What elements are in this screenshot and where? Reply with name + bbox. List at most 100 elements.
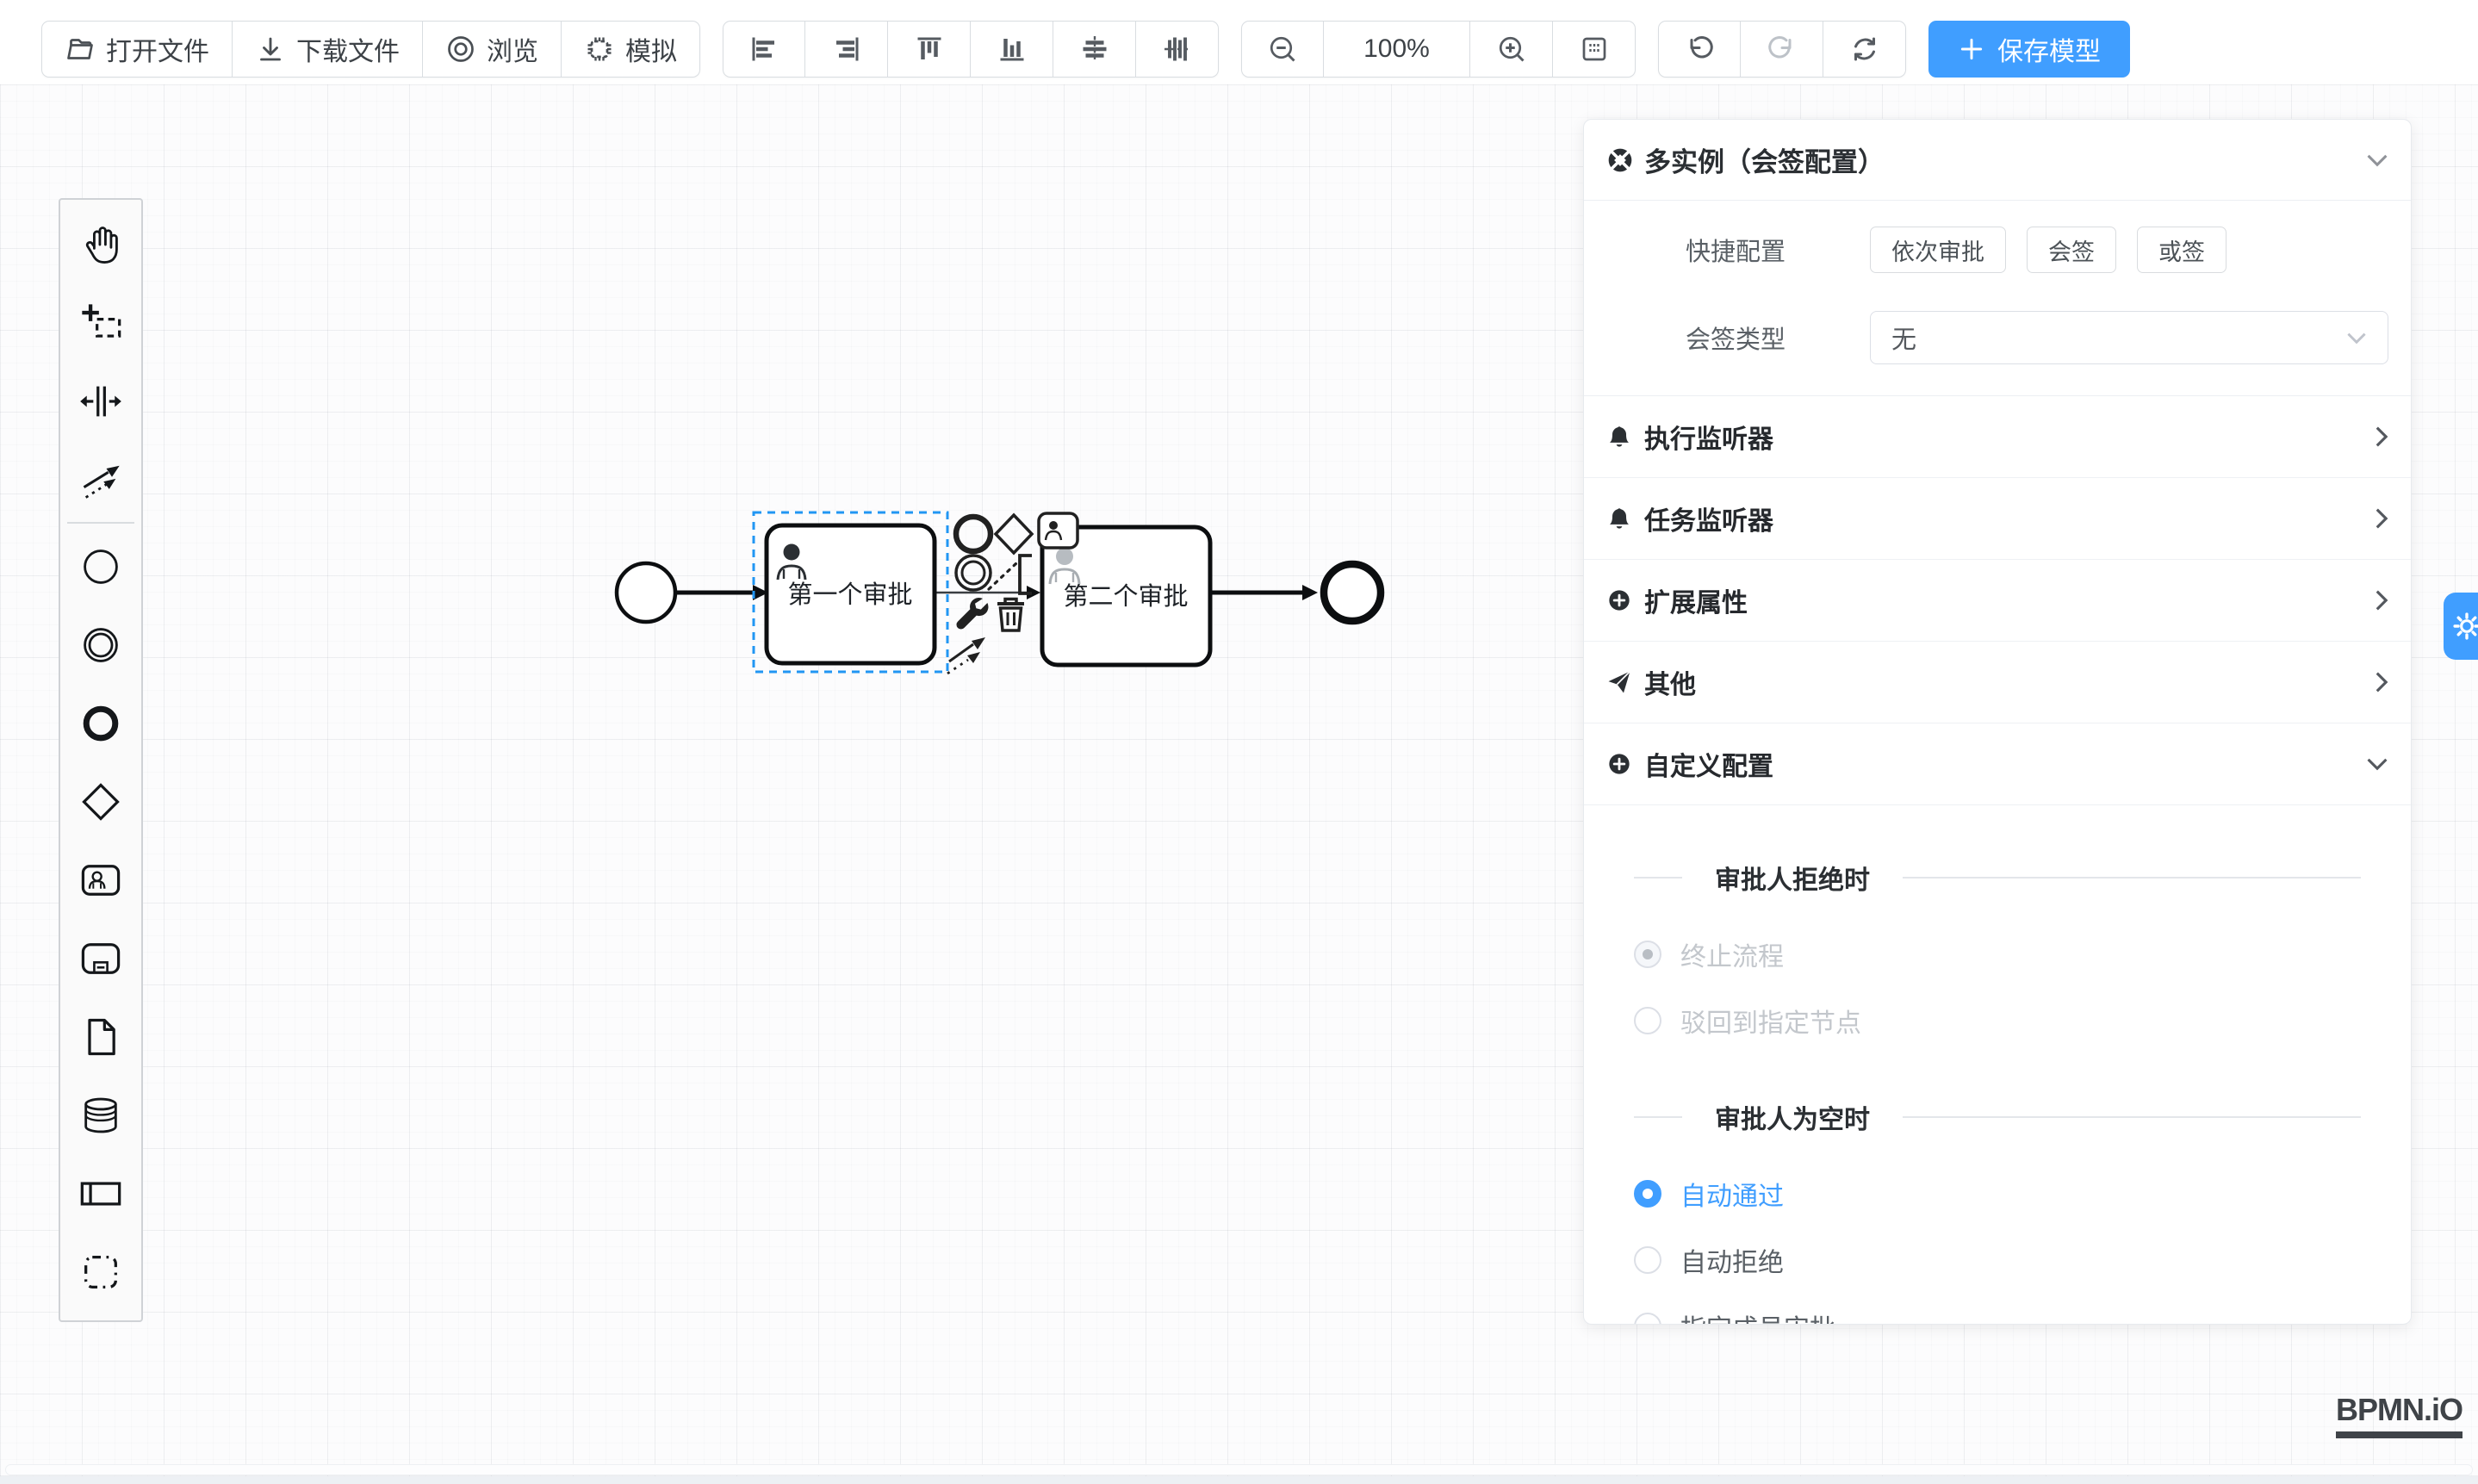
global-connect-tool[interactable] [60, 440, 141, 518]
connect-icon [78, 457, 123, 502]
reject-group-title: 审批人拒绝时 [1584, 859, 2411, 897]
settings-tab[interactable] [2444, 593, 2478, 660]
append-gateway-icon[interactable] [996, 515, 1032, 553]
trash-icon[interactable] [997, 599, 1024, 631]
section-task-listener[interactable]: 任务监听器 [1584, 478, 2411, 560]
sign-type-select[interactable]: 无 [1870, 311, 2388, 364]
plus-icon [1958, 35, 1985, 63]
intermediate-event-icon [78, 623, 123, 667]
create-end-event[interactable] [60, 684, 141, 762]
open-file-label: 打开文件 [106, 30, 209, 68]
align-center-horizontal-icon [1079, 34, 1110, 65]
connect-icon[interactable] [947, 637, 985, 674]
zoom-out-button[interactable] [1241, 21, 1324, 78]
hand-tool[interactable] [60, 205, 141, 283]
radio-terminate-process[interactable]: 终止流程 [1584, 921, 2411, 987]
create-user-task[interactable] [60, 841, 141, 919]
preview-button[interactable]: 浏览 [423, 21, 562, 78]
panel-header[interactable]: 多实例（会签配置） [1584, 120, 2411, 201]
divider [1634, 1116, 1682, 1118]
undo-button[interactable] [1658, 21, 1741, 78]
quick-config-label: 快捷配置 [1686, 232, 1832, 268]
append-end-event-icon[interactable] [956, 517, 991, 551]
save-model-button[interactable]: 保存模型 [1928, 21, 2130, 78]
create-group[interactable] [60, 1233, 141, 1311]
horizontal-scrollbar[interactable] [5, 1464, 2473, 1475]
zoom-level-display[interactable]: 100% [1324, 21, 1470, 78]
radio-label: 驳回到指定节点 [1680, 1002, 1861, 1040]
download-file-button[interactable]: 下载文件 [233, 21, 423, 78]
align-right-button[interactable] [805, 21, 888, 78]
save-model-label: 保存模型 [1997, 30, 2101, 68]
radio-assign-member[interactable]: 指定成员审批 [1584, 1293, 2411, 1325]
lasso-icon [78, 301, 123, 345]
quick-option-label: 会签 [2048, 233, 2095, 267]
append-intermediate-event-icon[interactable] [956, 556, 991, 590]
align-top-button[interactable] [888, 21, 971, 78]
file-button-group: 打开文件 下载文件 浏览 模 [41, 21, 700, 78]
create-data-object[interactable] [60, 997, 141, 1076]
sign-type-row: 会签类型 无 [1606, 311, 2388, 364]
end-event[interactable] [1324, 564, 1381, 621]
zoom-fit-button[interactable] [1553, 21, 1636, 78]
radio-return-to-node[interactable]: 驳回到指定节点 [1584, 987, 2411, 1053]
radio-label: 自动拒绝 [1680, 1241, 1784, 1279]
radio-auto-reject[interactable]: 自动拒绝 [1584, 1226, 2411, 1293]
refresh-button[interactable] [1823, 21, 1906, 78]
section-other[interactable]: 其他 [1584, 642, 2411, 723]
redo-button[interactable] [1741, 21, 1823, 78]
quick-option-countersign-button[interactable]: 会签 [2027, 227, 2116, 273]
palette-separator [67, 522, 134, 524]
gear-icon [2452, 612, 2478, 641]
create-participant[interactable] [60, 1154, 141, 1233]
create-data-store[interactable] [60, 1076, 141, 1154]
bpmn-io-logo[interactable]: BPMN.iO [2336, 1392, 2462, 1438]
append-text-annotation-icon[interactable] [989, 556, 1032, 593]
create-gateway[interactable] [60, 762, 141, 841]
radio-label: 自动通过 [1680, 1175, 1784, 1213]
radio-label: 指定成员审批 [1680, 1307, 1835, 1326]
zoom-button-group: 100% [1241, 21, 1636, 78]
section-label: 扩展属性 [1644, 581, 2375, 619]
align-bottom-button[interactable] [971, 21, 1053, 78]
wrench-icon[interactable] [956, 598, 988, 630]
radio-icon [1634, 1007, 1661, 1034]
chevron-down-icon [2346, 332, 2367, 345]
properties-panel: 多实例（会签配置） 快捷配置 依次审批 会签 或签 [1583, 119, 2412, 1325]
start-event[interactable] [617, 563, 675, 622]
align-left-icon [748, 34, 779, 65]
radio-auto-pass[interactable]: 自动通过 [1584, 1160, 2411, 1226]
create-intermediate-event[interactable] [60, 605, 141, 684]
simulate-button[interactable]: 模拟 [562, 21, 700, 78]
section-custom-config[interactable]: 自定义配置 [1584, 723, 2411, 805]
align-center-vertical-button[interactable] [1136, 21, 1219, 78]
fit-viewport-icon [1579, 34, 1610, 65]
group-icon [78, 1250, 123, 1295]
create-start-event[interactable] [60, 527, 141, 605]
align-bottom-icon [997, 34, 1028, 65]
sequence-flow-3[interactable] [1210, 585, 1318, 600]
task-first-approval[interactable]: 第一个审批 [767, 525, 935, 663]
align-center-horizontal-button[interactable] [1053, 21, 1136, 78]
section-extended-attributes[interactable]: 扩展属性 [1584, 560, 2411, 642]
zoom-level-value: 100% [1363, 34, 1430, 64]
append-task-icon[interactable] [1039, 513, 1078, 548]
create-subprocess[interactable] [60, 919, 141, 997]
simulate-label: 模拟 [625, 30, 677, 68]
align-left-button[interactable] [723, 21, 805, 78]
section-execution-listener[interactable]: 执行监听器 [1584, 396, 2411, 478]
align-right-icon [831, 34, 862, 65]
align-button-group [723, 21, 1219, 78]
download-file-label: 下载文件 [296, 30, 400, 68]
radio-icon [1634, 1246, 1661, 1274]
open-file-button[interactable]: 打开文件 [41, 21, 233, 78]
bpmn-editor: 打开文件 下载文件 浏览 模 [0, 0, 2478, 1484]
gateway-icon [78, 779, 123, 824]
space-tool[interactable] [60, 362, 141, 440]
zoom-in-button[interactable] [1470, 21, 1553, 78]
lasso-tool[interactable] [60, 283, 141, 362]
quick-option-sequential-button[interactable]: 依次审批 [1870, 227, 2006, 273]
section-label: 其他 [1644, 663, 2375, 701]
quick-option-orsign-button[interactable]: 或签 [2137, 227, 2226, 273]
radio-label: 终止流程 [1680, 935, 1784, 973]
